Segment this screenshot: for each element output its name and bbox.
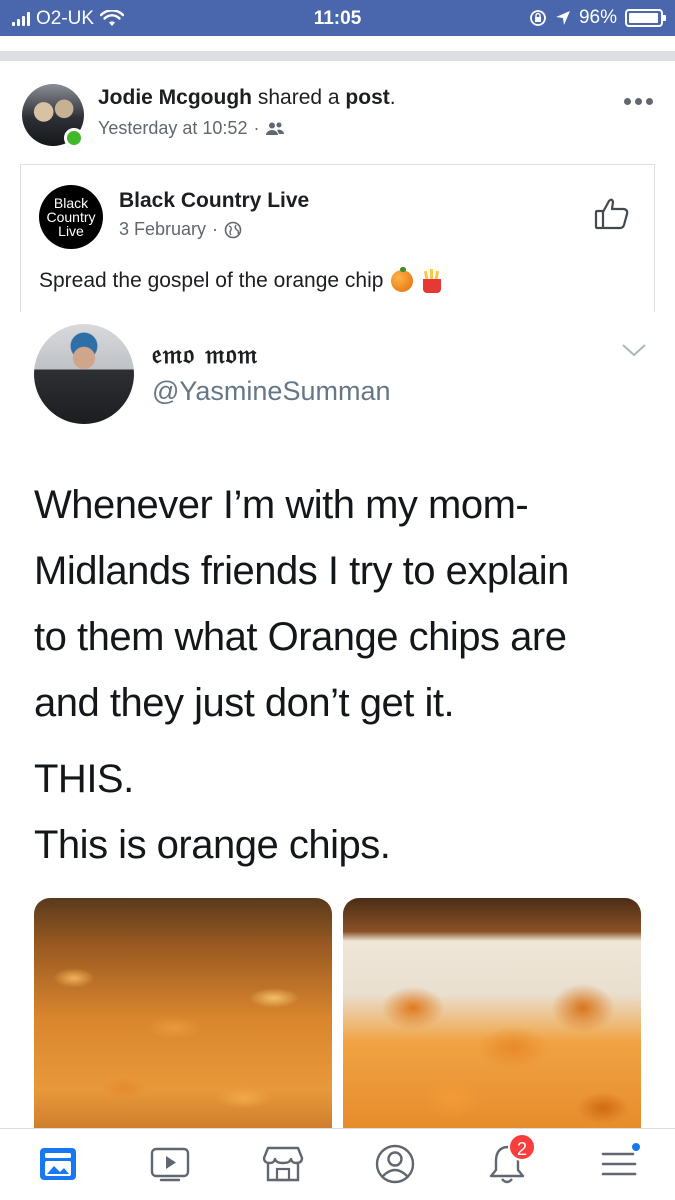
post-meta: Yesterday at 10:52 ·	[98, 118, 285, 139]
menu-indicator-dot	[630, 1141, 642, 1153]
battery-percent: 96%	[578, 7, 617, 28]
menu-icon[interactable]	[594, 1139, 644, 1189]
tweet-line: THIS.	[34, 757, 134, 801]
tweet-avatar	[34, 324, 134, 424]
shared-text: Spread the gospel of the orange chip	[39, 269, 384, 292]
tweet-photo-left	[34, 898, 332, 1130]
page-name[interactable]: Black Country Live	[119, 189, 309, 213]
globe-icon	[224, 221, 242, 238]
notification-badge: 2	[508, 1133, 536, 1161]
watch-icon[interactable]	[145, 1139, 195, 1189]
tweet-line: This is orange chips.	[34, 823, 391, 867]
online-indicator	[64, 128, 84, 148]
status-right: 96%	[529, 7, 666, 29]
location-icon	[555, 11, 570, 25]
shared-meta-separator: ·	[212, 219, 219, 239]
tweet-photo-right	[343, 898, 641, 1130]
tweet-line: to them what Orange chips are	[34, 615, 567, 659]
shared-meta: 3 February ·	[119, 219, 242, 240]
tweet-handle: @YasmineSumman	[152, 376, 391, 406]
bottom-nav: 2	[0, 1128, 675, 1200]
meta-separator: ·	[253, 118, 260, 138]
shared-post-text: Spread the gospel of the orange chip	[39, 267, 443, 293]
poster-name[interactable]: Jodie Mcgough	[98, 86, 252, 109]
post-header: Jodie Mcgough shared a post. Yesterday a…	[0, 80, 675, 160]
tweet-screenshot[interactable]: 𝔢𝔪𝔬 𝔪𝔬𝔪 @YasmineSumman Whenever I’m with…	[0, 312, 675, 1130]
rotation-lock-icon	[530, 10, 546, 26]
orange-emoji	[391, 267, 414, 292]
logo-line-2: Country	[46, 209, 96, 225]
more-options-icon[interactable]	[624, 98, 653, 105]
post-timestamp[interactable]: Yesterday at 10:52	[98, 118, 247, 139]
shared-date[interactable]: 3 February	[119, 219, 206, 240]
logo-line-3: Live	[58, 223, 84, 239]
tweet-line: and they just don’t get it.	[34, 681, 455, 725]
poster-line: Jodie Mcgough shared a post.	[98, 86, 396, 110]
chevron-down-icon	[622, 344, 646, 357]
tweet-display-name: 𝔢𝔪𝔬 𝔪𝔬𝔪	[152, 340, 259, 370]
fries-emoji	[421, 269, 443, 293]
feed-separator	[0, 36, 675, 66]
page-logo[interactable]: Black Country Live	[39, 185, 103, 249]
notifications-icon[interactable]: 2	[482, 1133, 536, 1189]
like-page-icon[interactable]	[594, 197, 630, 236]
profile-icon[interactable]	[370, 1139, 420, 1189]
tweet-line: Midlands friends I try to explain	[34, 549, 569, 593]
post-action: shared a	[257, 86, 340, 109]
tweet-line: Whenever I’m with my mom-	[34, 483, 529, 527]
post-punctuation: .	[389, 86, 396, 109]
tweet-body: Whenever I’m with my mom- Midlands frien…	[34, 472, 654, 878]
battery-icon	[625, 9, 666, 27]
battery-fill	[629, 13, 658, 23]
status-bar: O2-UK 11:05 96%	[0, 0, 675, 36]
news-feed-icon[interactable]	[33, 1139, 83, 1189]
marketplace-icon[interactable]	[258, 1139, 308, 1189]
shared-post-card[interactable]: Black Country Live Black Country Live 3 …	[20, 164, 655, 324]
post-object-link[interactable]: post	[345, 86, 389, 109]
logo-line-1: Black	[53, 195, 89, 211]
friends-icon	[266, 122, 285, 135]
